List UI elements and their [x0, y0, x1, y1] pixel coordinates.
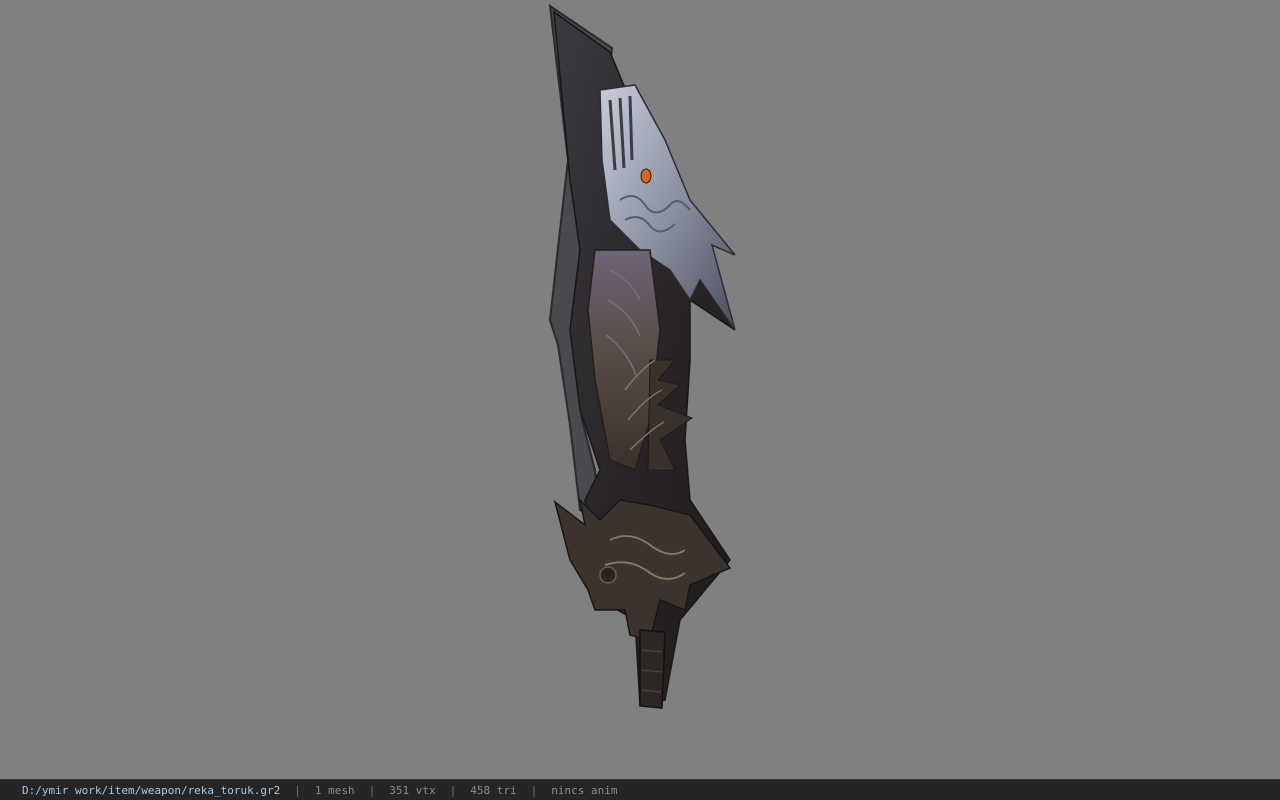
file-path: D:/ymir work/item/weapon/reka_toruk.gr2 [22, 783, 281, 797]
mesh-count: 1 mesh [314, 783, 355, 797]
triangle-count: 458 tri [470, 783, 517, 797]
grip [639, 629, 666, 709]
separator: | [449, 783, 457, 797]
dragon-eye [640, 168, 652, 184]
animation-status: nincs anim [551, 783, 618, 797]
separator: | [530, 783, 538, 797]
separator: | [368, 783, 376, 797]
status-bar: D:/ymir work/item/weapon/reka_toruk.gr2 … [0, 779, 1280, 800]
3d-viewport[interactable] [0, 0, 1280, 779]
vertex-count: 351 vtx [389, 783, 436, 797]
weapon-model [548, 3, 736, 709]
separator: | [294, 783, 301, 797]
